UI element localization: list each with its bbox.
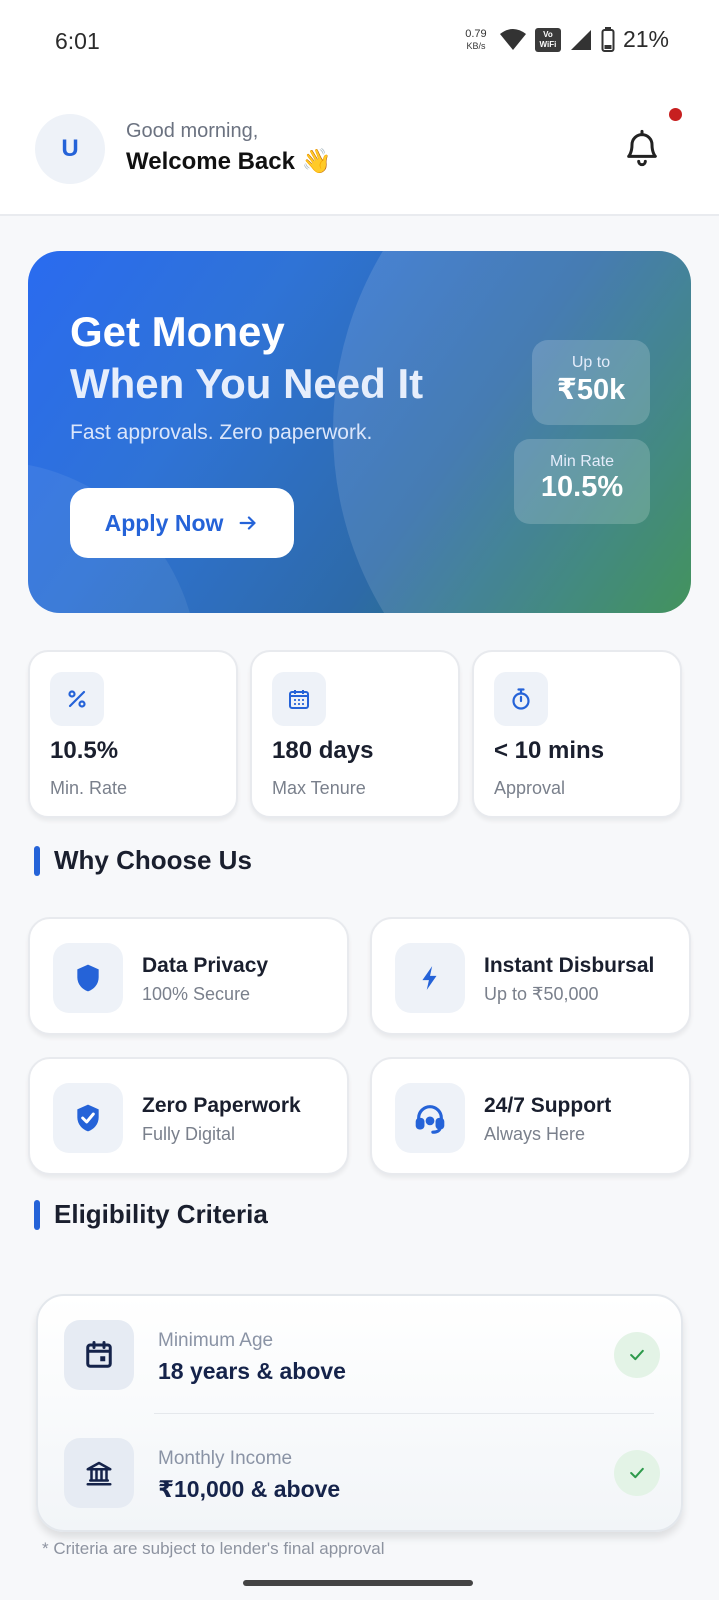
vowifi-icon: Vo WiFi (534, 27, 561, 52)
max-amount-badge: Up to ₹50k (532, 340, 650, 425)
feature-card-instant-disbursal: Instant Disbursal Up to ₹50,000 (370, 917, 691, 1035)
app-header: U Good morning, Welcome Back 👋 (0, 84, 719, 216)
hero-title-line2: When You Need It (70, 360, 424, 407)
stat-label: Max Tenure (272, 778, 366, 798)
network-speed-value: 0.79 (465, 27, 487, 40)
feature-title: 24/7 Support (484, 1094, 612, 1117)
notification-dot (669, 108, 682, 121)
stat-card-min-rate: 10.5% Min. Rate (28, 650, 238, 818)
stat-value: 180 days (272, 737, 374, 764)
eligibility-label: Monthly Income (158, 1448, 293, 1469)
avatar[interactable]: U (35, 114, 105, 184)
feature-card-data-privacy: Data Privacy 100% Secure (28, 917, 349, 1035)
feature-title: Data Privacy (142, 954, 269, 977)
min-rate-value: 10.5% (540, 471, 624, 503)
feature-card-zero-paperwork: Zero Paperwork Fully Digital (28, 1057, 349, 1175)
network-speed-unit: KB/s (466, 40, 486, 51)
feature-subtitle: Always Here (484, 1124, 586, 1144)
min-rate-label: Min Rate (549, 453, 615, 470)
wifi-icon (499, 28, 526, 50)
status-icons: 0.79 KB/s Vo WiFi 21% (461, 26, 669, 53)
min-rate-badge: Min Rate 10.5% (514, 439, 650, 524)
headset-icon (395, 1083, 465, 1153)
hero-subtitle: Fast approvals. Zero paperwork. (70, 421, 373, 444)
max-amount-label: Up to (571, 354, 611, 371)
eligibility-footnote: * Criteria are subject to lender's final… (42, 1539, 385, 1558)
apply-now-label: Apply Now (104, 509, 224, 536)
bell-icon[interactable] (622, 128, 662, 168)
stat-label: Approval (494, 778, 566, 798)
battery-icon (601, 26, 615, 52)
section-title-eligibility: Eligibility Criteria (34, 1199, 268, 1230)
feature-subtitle: Up to ₹50,000 (484, 984, 599, 1004)
hero-banner: Get Money When You Need It Fast approval… (28, 251, 691, 613)
calendar-icon (272, 672, 326, 726)
eligibility-value: 18 years & above (158, 1358, 346, 1384)
max-amount-value: ₹50k (556, 374, 626, 406)
eligibility-label: Minimum Age (158, 1330, 274, 1351)
arrow-right-icon (239, 516, 256, 530)
feature-subtitle: 100% Secure (142, 984, 251, 1004)
check-icon (614, 1332, 660, 1378)
stopwatch-icon (494, 672, 548, 726)
welcome-text: Welcome Back 👋 (126, 148, 332, 175)
check-icon (614, 1450, 660, 1496)
calendar-icon (64, 1320, 134, 1390)
lightning-icon (395, 943, 465, 1013)
cell-signal-icon (570, 29, 591, 50)
home-indicator[interactable] (243, 1580, 473, 1586)
feature-title: Zero Paperwork (142, 1094, 301, 1117)
eligibility-row-age: Minimum Age 18 years & above (38, 1296, 685, 1414)
network-speed: 0.79 KB/s (461, 28, 491, 52)
hero-title: Get Money When You Need It (70, 306, 423, 410)
feature-title: Instant Disbursal (484, 954, 655, 977)
section-title-why: Why Choose Us (34, 845, 252, 876)
stat-value: < 10 mins (494, 737, 605, 764)
greeting-text: Good morning, (126, 120, 259, 142)
feature-subtitle: Fully Digital (142, 1124, 236, 1144)
status-bar: 6:01 0.79 KB/s Vo WiFi 21% (0, 0, 719, 84)
stat-label: Min. Rate (50, 778, 128, 798)
battery-percent: 21% (622, 26, 669, 52)
eligibility-card: Minimum Age 18 years & above Monthly Inc… (36, 1294, 683, 1532)
eligibility-value: ₹10,000 & above (158, 1476, 341, 1502)
bank-icon (64, 1438, 134, 1508)
stat-card-approval: < 10 mins Approval (472, 650, 682, 818)
stat-card-max-tenure: 180 days Max Tenure (250, 650, 460, 818)
verified-shield-icon (53, 1083, 123, 1153)
status-time: 6:01 (55, 28, 100, 54)
feature-card-support: 24/7 Support Always Here (370, 1057, 691, 1175)
hero-title-line1: Get Money (70, 308, 285, 355)
percent-icon (50, 672, 104, 726)
stat-value: 10.5% (50, 737, 119, 764)
eligibility-row-income: Monthly Income ₹10,000 & above (38, 1414, 685, 1532)
apply-now-button[interactable]: Apply Now (70, 488, 294, 558)
shield-icon (53, 943, 123, 1013)
